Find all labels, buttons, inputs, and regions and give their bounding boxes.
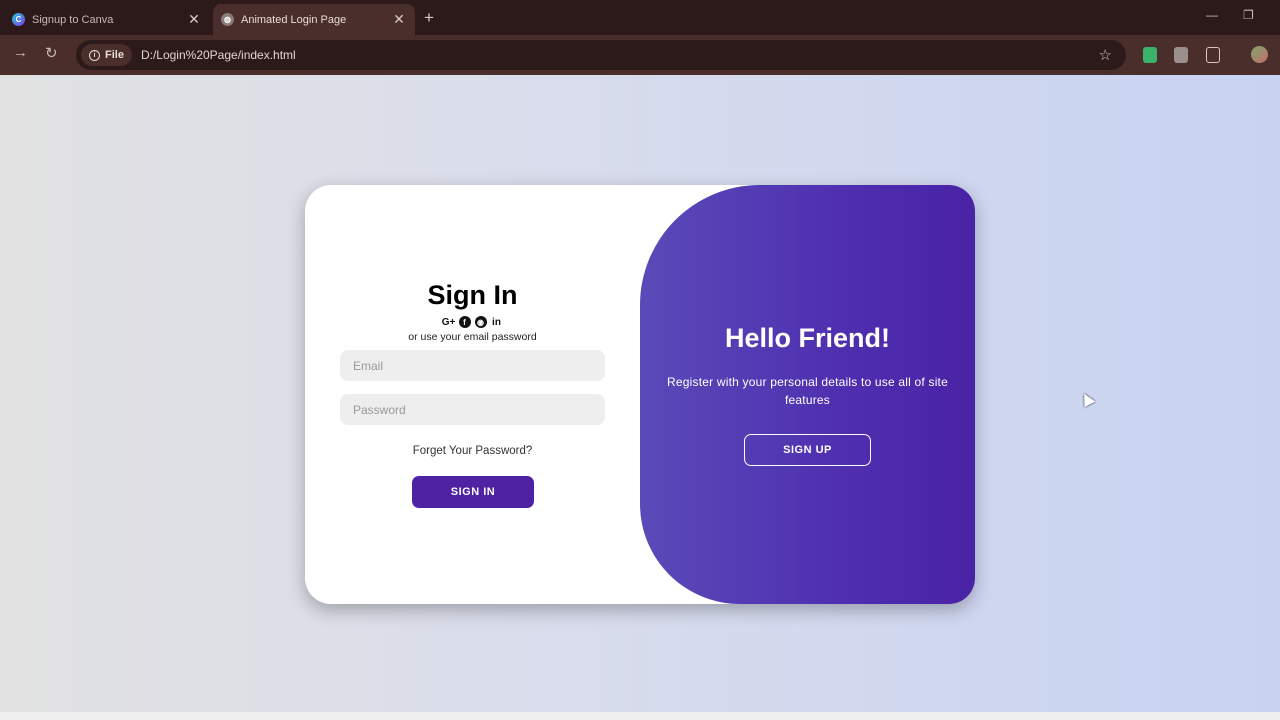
facebook-icon[interactable]: f (458, 316, 471, 328)
info-icon: i (89, 49, 100, 61)
tab-title: Signup to Canva (32, 13, 114, 26)
forgot-password-link[interactable]: Forget Your Password? (305, 445, 640, 457)
sign-in-button[interactable]: SIGN IN (412, 476, 534, 508)
chip-label: File (105, 49, 124, 61)
tab-title: Animated Login Page (241, 13, 347, 26)
bookmark-star-icon[interactable]: ☆ (1099, 46, 1112, 64)
sign-in-title: Sign In (427, 280, 518, 310)
extensions-puzzle-icon[interactable] (1206, 47, 1220, 63)
new-tab-icon[interactable]: + (424, 8, 434, 28)
site-info-chip[interactable]: i File (81, 44, 132, 66)
google-plus-icon[interactable]: G+ (442, 316, 456, 328)
password-field[interactable] (340, 394, 605, 425)
minimize-icon[interactable]: — (1206, 8, 1218, 22)
email-field[interactable] (340, 350, 605, 381)
url-text[interactable]: D:/Login%20Page/index.html (141, 48, 1099, 62)
restore-icon[interactable]: ❐ (1243, 8, 1254, 22)
close-tab-icon[interactable]: ✕ (389, 11, 409, 28)
browser-toolbar: → ↻ i File D:/Login%20Page/index.html ☆ (0, 35, 1280, 75)
sign-in-subtitle: or use your email password (408, 331, 537, 343)
close-tab-icon[interactable]: ✕ (184, 11, 204, 28)
globe-favicon-icon: ◍ (221, 13, 234, 26)
sign-up-button[interactable]: SIGN UP (744, 434, 871, 466)
bottom-strip (0, 712, 1280, 720)
social-icons: G+ f ◉ in (305, 316, 640, 328)
panel-text: Register with your personal details to u… (667, 375, 948, 407)
reload-icon[interactable]: ↻ (45, 44, 58, 62)
browser-tab-bar: C Signup to Canva ✕ ◍ Animated Login Pag… (0, 0, 1280, 35)
address-bar[interactable]: i File D:/Login%20Page/index.html ☆ (76, 40, 1126, 70)
tab-signup-canva[interactable]: C Signup to Canva ✕ (0, 4, 210, 35)
extension-robot-icon[interactable] (1174, 47, 1188, 63)
profile-avatar[interactable] (1251, 46, 1268, 63)
panel-title: Hello Friend! (724, 323, 890, 353)
toggle-panel: Hello Friend! Register with your persona… (640, 185, 975, 604)
extension-sheets-icon[interactable] (1143, 47, 1157, 63)
github-icon[interactable]: ◉ (474, 316, 487, 328)
canva-favicon-icon: C (12, 13, 25, 26)
linkedin-icon[interactable]: in (491, 316, 503, 328)
tab-animated-login[interactable]: ◍ Animated Login Page ✕ (213, 4, 415, 35)
forward-icon[interactable]: → (13, 44, 28, 61)
login-card: Sign In G+ f ◉ in or use your email pass… (305, 185, 975, 604)
sign-in-form: Sign In G+ f ◉ in or use your email pass… (305, 185, 640, 604)
